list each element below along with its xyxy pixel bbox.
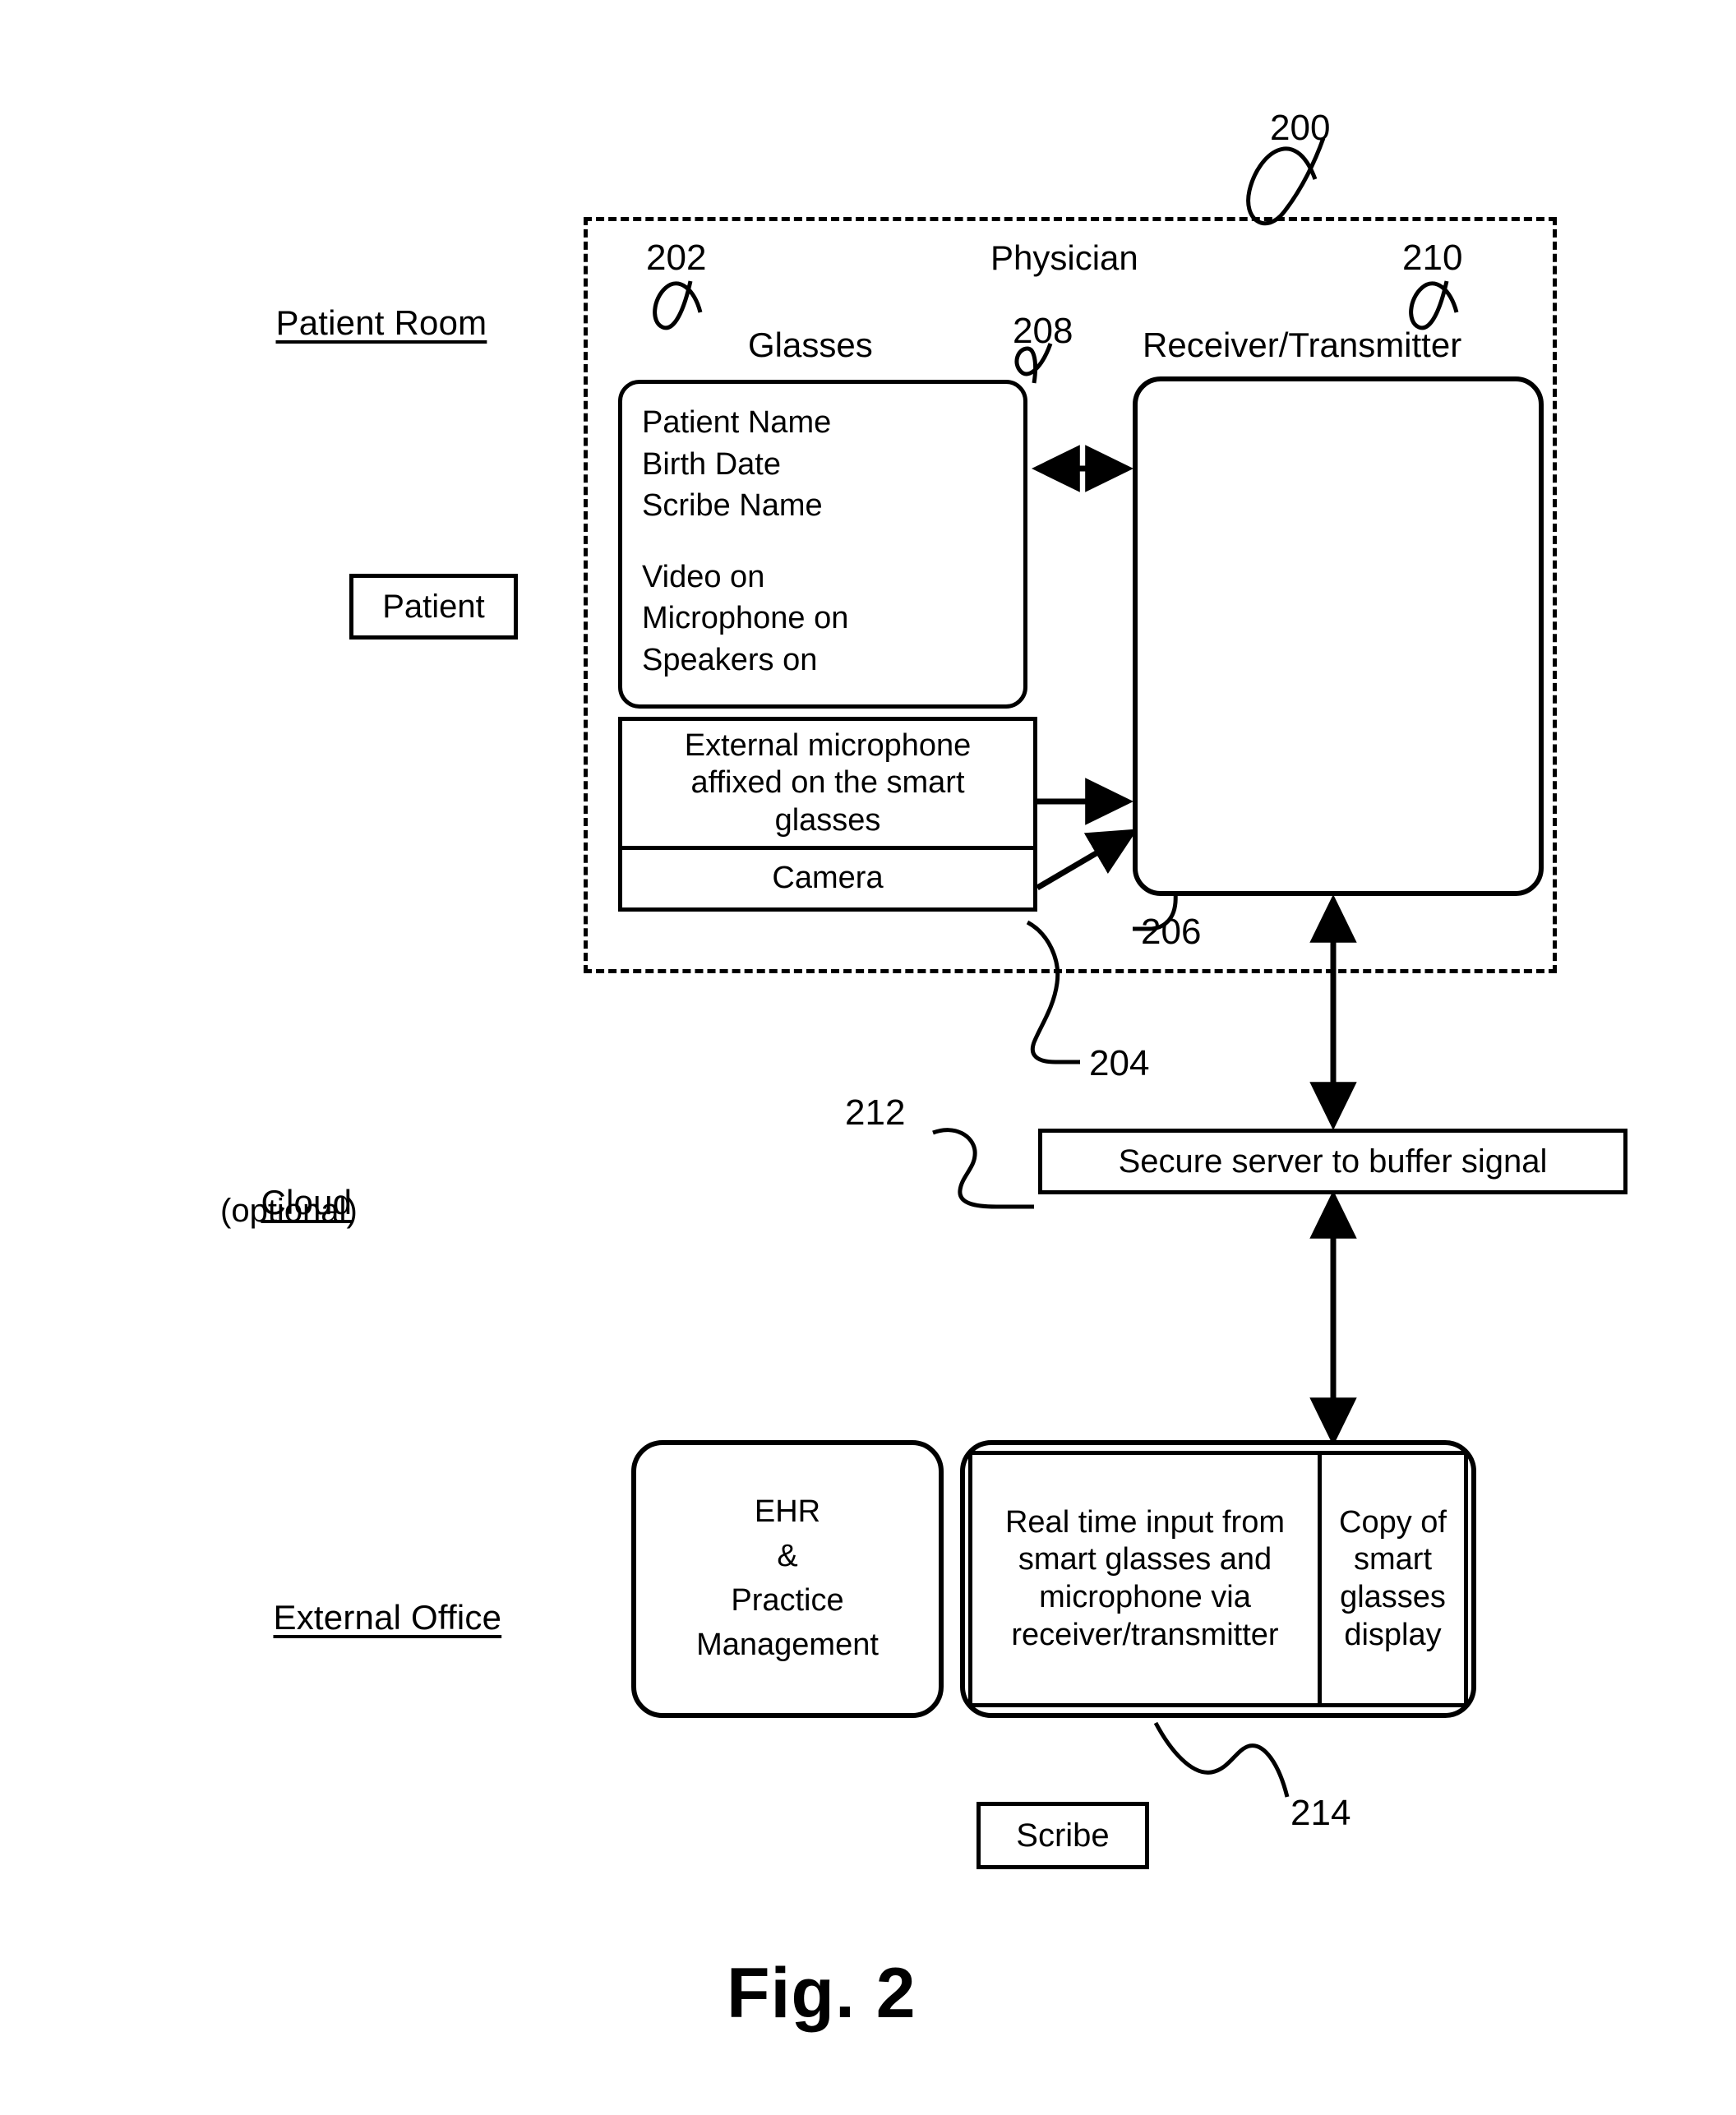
glasses-display-line-5: Microphone on	[642, 601, 849, 636]
ref-numeral-214: 214	[1290, 1793, 1351, 1833]
ehr-line-3: Management	[696, 1627, 879, 1662]
external-microphone-box: External microphone affixed on the smart…	[618, 717, 1037, 850]
ref-numeral-202: 202	[646, 238, 707, 278]
realtime-input-panel: Real time input from smart glasses and m…	[968, 1451, 1322, 1707]
ref-numeral-200: 200	[1270, 108, 1331, 148]
external-microphone-label: External microphone affixed on the smart…	[684, 727, 972, 838]
ehr-line-0: EHR	[754, 1494, 821, 1530]
smart-glasses-copy-label: Copy of smart glasses display	[1339, 1504, 1447, 1652]
glasses-display-line-1: Birth Date	[642, 446, 781, 482]
glasses-display-panel: Patient Name Birth Date Scribe Name Vide…	[618, 380, 1027, 709]
glasses-display-line-2: Scribe Name	[642, 488, 823, 524]
section-label-external-office: External Office	[273, 1597, 502, 1637]
camera-label: Camera	[772, 861, 884, 896]
ref-numeral-210: 210	[1402, 238, 1463, 278]
leader-line-200	[1246, 137, 1326, 226]
section-label-cloud-optional: (optional)	[220, 1193, 358, 1229]
physician-label: Physician	[990, 238, 1138, 277]
glasses-title: Glasses	[748, 326, 873, 364]
secure-server-box: Secure server to buffer signal	[1038, 1129, 1628, 1194]
ehr-line-1: &	[777, 1539, 798, 1574]
receiver-transmitter-box	[1133, 376, 1544, 896]
figure-caption: Fig. 2	[727, 1954, 916, 2033]
glasses-display-line-6: Speakers on	[642, 642, 818, 677]
scribe-actor-label: Scribe	[1016, 1817, 1110, 1854]
leader-line-214	[1153, 1721, 1290, 1798]
camera-box: Camera	[618, 846, 1037, 912]
glasses-display-spacer	[642, 527, 1023, 556]
receiver-transmitter-title: Receiver/Transmitter	[1143, 326, 1462, 364]
smart-glasses-copy-panel: Copy of smart glasses display	[1318, 1451, 1468, 1707]
ehr-practice-management-box: EHR & Practice Management	[631, 1440, 944, 1718]
ref-numeral-212: 212	[845, 1092, 906, 1133]
ehr-line-2: Practice	[731, 1583, 844, 1618]
patient-actor-box: Patient	[349, 574, 518, 640]
glasses-display-line-0: Patient Name	[642, 405, 832, 440]
realtime-input-label: Real time input from smart glasses and m…	[1004, 1504, 1285, 1652]
scribe-actor-box: Scribe	[976, 1802, 1149, 1869]
ref-numeral-204: 204	[1089, 1043, 1150, 1083]
glasses-display-line-4: Video on	[642, 559, 765, 594]
patent-figure-canvas: Patient Room Cloud (optional) External O…	[0, 0, 1736, 2115]
section-label-patient-room: Patient Room	[275, 302, 487, 342]
ref-numeral-206: 206	[1141, 912, 1202, 952]
leader-line-212	[932, 1128, 1034, 1209]
patient-actor-label: Patient	[382, 588, 485, 625]
ref-numeral-208: 208	[1013, 311, 1073, 351]
secure-server-label: Secure server to buffer signal	[1118, 1143, 1548, 1180]
